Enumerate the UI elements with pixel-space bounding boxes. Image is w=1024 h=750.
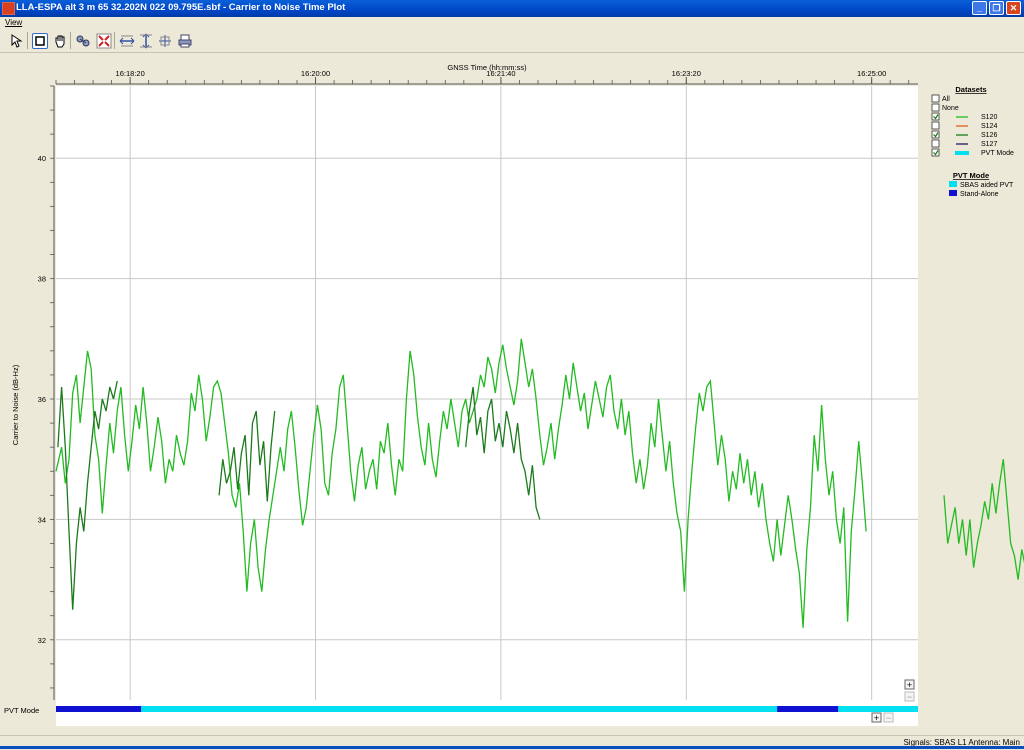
y-tick-label: 40 [38,154,46,163]
x-tick-label: 16:18:20 [116,69,145,78]
legend-checkbox[interactable] [931,103,940,112]
pvt-legend-swatch [949,190,957,196]
y-tick-label: 36 [38,395,46,404]
legend-label: None [942,105,959,112]
legend-checkbox[interactable] [931,94,940,103]
legend-label: S127 [981,141,997,148]
pvt-mode-bar-segment [56,706,142,712]
legend-label: S120 [981,114,997,121]
y-axis-label: Carrier to Noise (dB-Hz) [11,364,20,445]
legend-svg: Datasets All None S120 S124 S126 S127 PVT Mode… [931,85,1014,198]
legend-label: PVT Mode [981,150,1014,157]
x-tick-label: 16:23:20 [672,69,701,78]
pvt-legend-swatch [949,181,957,187]
svg-text:+: + [907,680,912,690]
zoom-out-x-button[interactable]: − [883,712,894,723]
legend-label: All [942,96,950,103]
zoom-out-y-button[interactable]: − [904,691,915,702]
pvt-mode-bar-segment [777,706,839,712]
zoom-in-button[interactable]: + [904,679,915,690]
y-tick-label: 32 [38,636,46,645]
x-tick-label: 16:20:00 [301,69,330,78]
legend-swatch [955,151,969,155]
svg-text:−: − [886,713,891,723]
svg-text:+: + [874,713,879,723]
pvt-mode-row-label: PVT Mode [4,706,39,715]
legend-checkbox[interactable] [931,121,940,130]
pvt-legend-label: Stand-Alone [960,191,999,198]
pvt-mode-bar-segment [838,706,918,712]
plot-area [56,86,918,726]
legend-label: S126 [981,132,997,139]
pvt-legend-title: PVT Mode [953,171,989,180]
pvt-legend-label: SBAS aided PVT [960,182,1014,189]
svg-text:−: − [907,692,912,702]
legend-label: S124 [981,123,997,130]
cn-time-plot[interactable]: 16:18:20 16:20:00 16:21:40 16:23:20 16:25:00… [0,0,1024,749]
y-tick-label: 34 [38,515,46,524]
x-tick-label: 16:25:00 [857,69,886,78]
y-tick-label: 38 [38,275,46,284]
pvt-mode-bar-segment [141,706,778,712]
legend-panel: Datasets All None S120 S124 S126 S127 PVT Mode… [929,84,1024,214]
datasets-title: Datasets [955,85,986,94]
series-line-s120 [943,459,1024,580]
zoom-in-x-button[interactable]: + [871,712,882,723]
x-axis-label: GNSS Time (hh:mm:ss) [447,63,527,72]
legend-checkbox[interactable] [931,139,940,148]
